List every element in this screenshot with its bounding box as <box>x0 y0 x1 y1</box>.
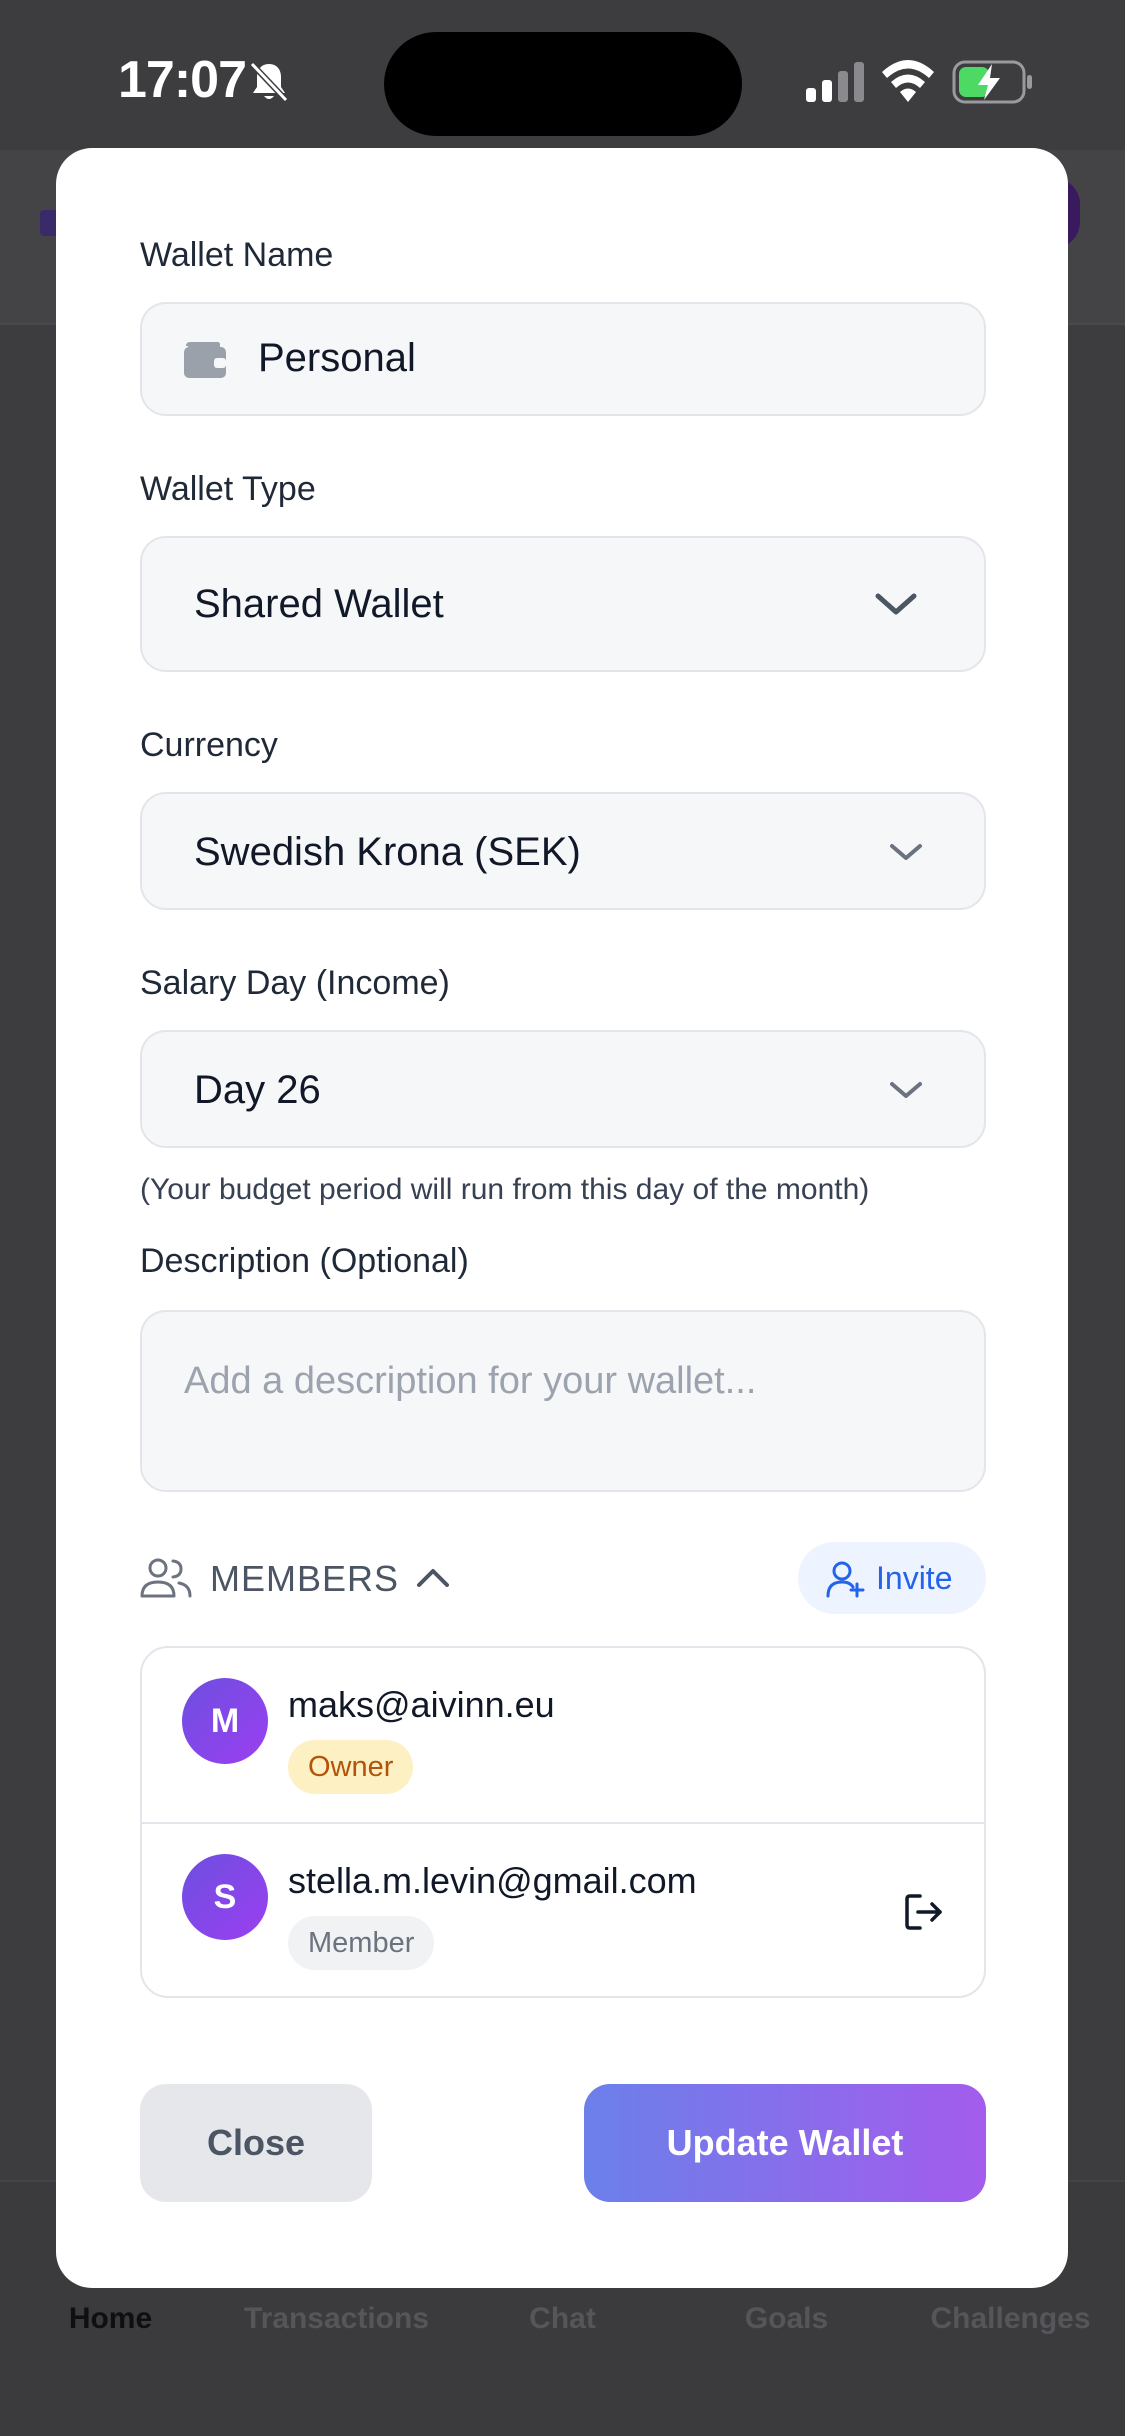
salary-day-hint: (Your budget period will run from this d… <box>140 1173 870 1206</box>
battery-charging-icon <box>952 60 1032 104</box>
members-title: MEMBERS <box>210 1558 400 1599</box>
user-plus-icon <box>826 1561 865 1598</box>
nav-item-challenges[interactable]: Challenges <box>898 2302 1123 2336</box>
dynamic-island <box>384 32 742 136</box>
currency-select[interactable]: Swedish Krona (SEK) <box>140 792 986 910</box>
nav-item-chat[interactable]: Chat <box>450 2302 675 2336</box>
salary-day-select[interactable]: Day 26 <box>140 1030 986 1148</box>
invite-button[interactable]: Invite <box>798 1542 986 1614</box>
salary-day-value: Day 26 <box>194 1068 321 1112</box>
wallet-name-label: Wallet Name <box>140 236 334 274</box>
chevron-down-icon <box>875 593 917 615</box>
description-textarea[interactable]: Add a description for your wallet... <box>140 1310 986 1492</box>
bell-slash-icon <box>249 61 289 103</box>
description-placeholder: Add a description for your wallet... <box>184 1360 757 1402</box>
chevron-up-icon[interactable] <box>414 1562 452 1592</box>
wallet-icon <box>184 342 226 378</box>
remove-member-icon[interactable] <box>902 1890 946 1934</box>
currency-label: Currency <box>140 726 278 764</box>
member-email: maks@aivinn.eu <box>288 1684 555 1725</box>
wallet-type-label: Wallet Type <box>140 470 316 508</box>
avatar: S <box>182 1854 268 1940</box>
wallet-name-field[interactable]: Personal <box>140 302 986 416</box>
members-list: M maks@aivinn.eu Owner S stella.m.levin@… <box>140 1646 986 1998</box>
member-email: stella.m.levin@gmail.com <box>288 1860 697 1901</box>
update-wallet-button[interactable]: Update Wallet <box>584 2084 986 2202</box>
wallet-name-value: Personal <box>258 336 416 380</box>
chevron-down-icon <box>890 844 922 860</box>
status-time: 17:07 <box>118 51 247 109</box>
member-row[interactable]: S stella.m.levin@gmail.com Member <box>142 1822 984 1996</box>
members-icon <box>140 1558 192 1598</box>
wifi-icon <box>882 60 934 102</box>
salary-day-label: Salary Day (Income) <box>140 964 450 1002</box>
description-label: Description (Optional) <box>140 1242 469 1280</box>
wallet-type-select[interactable]: Shared Wallet <box>140 536 986 672</box>
role-badge-owner: Owner <box>288 1740 414 1794</box>
nav-item-goals[interactable]: Goals <box>674 2302 899 2336</box>
edit-wallet-modal: Wallet Name Personal Wallet Type Shared … <box>56 148 1068 2288</box>
wallet-type-value: Shared Wallet <box>194 582 444 626</box>
member-row[interactable]: M maks@aivinn.eu Owner <box>142 1648 984 1824</box>
close-button[interactable]: Close <box>140 2084 372 2202</box>
signal-icon <box>806 62 864 102</box>
nav-item-transactions[interactable]: Transactions <box>224 2302 449 2336</box>
role-badge-member: Member <box>288 1916 435 1970</box>
chevron-down-icon <box>890 1082 922 1098</box>
avatar: M <box>182 1678 268 1764</box>
currency-value: Swedish Krona (SEK) <box>194 830 581 874</box>
invite-label: Invite <box>876 1560 953 1596</box>
status-bar: 17:07 <box>0 0 1125 150</box>
nav-item-home[interactable]: Home <box>0 2302 223 2336</box>
